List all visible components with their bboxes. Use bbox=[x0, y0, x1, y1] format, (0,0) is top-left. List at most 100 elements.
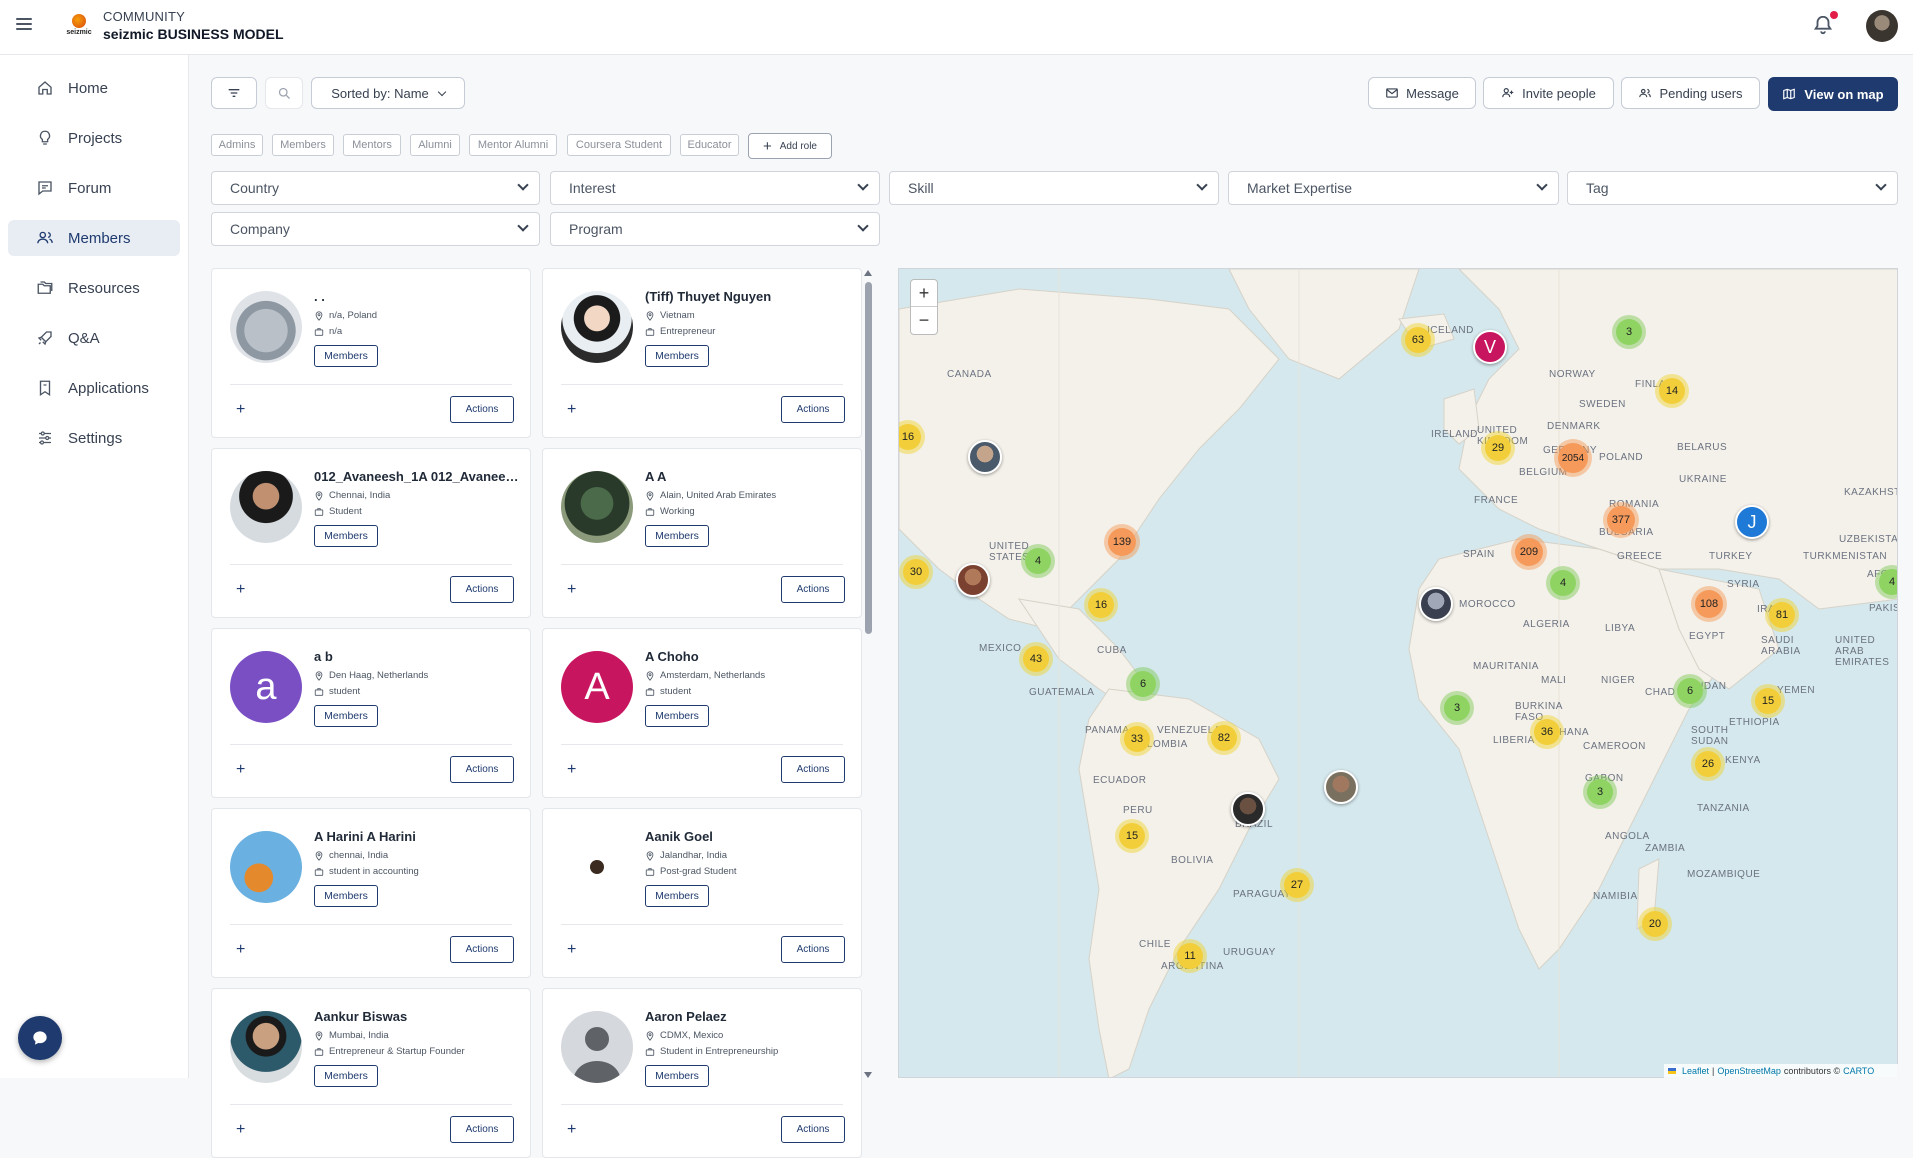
actions-button[interactable]: Actions bbox=[781, 756, 845, 783]
sidebar-item-members[interactable]: Members bbox=[8, 220, 180, 256]
chat-support-button[interactable] bbox=[18, 1016, 62, 1060]
zoom-out-button[interactable]: − bbox=[911, 307, 937, 334]
filter-button[interactable] bbox=[211, 77, 257, 109]
skill-select[interactable]: Skill bbox=[889, 171, 1219, 205]
member-avatar[interactable] bbox=[230, 291, 302, 363]
add-connection-icon[interactable]: + bbox=[567, 942, 576, 958]
tag-select[interactable]: Tag bbox=[1567, 171, 1898, 205]
member-avatar[interactable] bbox=[561, 1011, 633, 1083]
member-card[interactable]: Aaron Pelaez CDMX, Mexico Student in Entre… bbox=[542, 988, 862, 1158]
member-avatar[interactable]: a bbox=[230, 651, 302, 723]
sidebar-item-forum[interactable]: Forum bbox=[8, 170, 180, 206]
interest-select[interactable]: Interest bbox=[550, 171, 880, 205]
actions-button[interactable]: Actions bbox=[781, 576, 845, 603]
actions-button[interactable]: Actions bbox=[450, 576, 514, 603]
program-select[interactable]: Program bbox=[550, 212, 880, 246]
map-user-pin[interactable]: J bbox=[1735, 505, 1769, 539]
member-avatar[interactable] bbox=[230, 471, 302, 543]
role-chip-educator[interactable]: Educator bbox=[680, 134, 739, 156]
map-cluster[interactable]: 29 bbox=[1481, 431, 1515, 465]
member-card[interactable]: Aanik Goel Jalandhar, India Post-grad Stud… bbox=[542, 808, 862, 978]
member-card[interactable]: A A Alain, United Arab Emirates Working Mem… bbox=[542, 448, 862, 618]
member-avatar[interactable] bbox=[230, 831, 302, 903]
map-cluster[interactable]: 43 bbox=[1019, 642, 1053, 676]
map-cluster[interactable]: 4 bbox=[1021, 544, 1055, 578]
sidebar-item-qa[interactable]: Q&A bbox=[8, 320, 180, 356]
carto-link[interactable]: CARTO bbox=[1843, 1066, 1874, 1076]
member-avatar[interactable] bbox=[561, 291, 633, 363]
add-connection-icon[interactable]: + bbox=[236, 582, 245, 598]
actions-button[interactable]: Actions bbox=[781, 936, 845, 963]
message-button[interactable]: Message bbox=[1368, 77, 1476, 109]
member-card[interactable]: a a b Den Haag, Netherlands student Members +… bbox=[211, 628, 531, 798]
map-cluster[interactable]: 82 bbox=[1207, 721, 1241, 755]
map-user-photo-pin[interactable] bbox=[1231, 792, 1265, 826]
member-name[interactable]: Aanik Goel bbox=[645, 829, 855, 844]
member-name[interactable]: Aankur Biswas bbox=[314, 1009, 524, 1024]
member-role-badge[interactable]: Members bbox=[314, 1065, 378, 1087]
osm-link[interactable]: OpenStreetMap bbox=[1717, 1066, 1781, 1076]
map-cluster[interactable]: 20 bbox=[1638, 907, 1672, 941]
add-connection-icon[interactable]: + bbox=[236, 942, 245, 958]
company-select[interactable]: Company bbox=[211, 212, 540, 246]
sidebar-item-settings[interactable]: Settings bbox=[8, 420, 180, 456]
add-connection-icon[interactable]: + bbox=[567, 1122, 576, 1138]
member-card[interactable]: . . n/a, Poland n/a Members + Actions bbox=[211, 268, 531, 438]
member-role-badge[interactable]: Members bbox=[314, 345, 378, 367]
sort-dropdown[interactable]: Sorted by: Name bbox=[311, 77, 465, 109]
member-name[interactable]: A A bbox=[645, 469, 855, 484]
role-chip-admins[interactable]: Admins bbox=[211, 134, 263, 156]
user-avatar[interactable] bbox=[1866, 10, 1898, 42]
map-cluster[interactable]: 139 bbox=[1104, 524, 1140, 560]
member-list-scrollbar[interactable] bbox=[862, 268, 874, 1078]
member-role-badge[interactable]: Members bbox=[314, 525, 378, 547]
member-role-badge[interactable]: Members bbox=[645, 345, 709, 367]
invite-people-button[interactable]: Invite people bbox=[1483, 77, 1614, 109]
view-on-map-button[interactable]: View on map bbox=[1768, 77, 1898, 111]
map-cluster[interactable]: 4 bbox=[1546, 566, 1580, 600]
member-name[interactable]: . . bbox=[314, 289, 524, 304]
map-cluster[interactable]: 108 bbox=[1691, 586, 1727, 622]
member-avatar[interactable] bbox=[561, 471, 633, 543]
actions-button[interactable]: Actions bbox=[450, 936, 514, 963]
actions-button[interactable]: Actions bbox=[781, 1116, 845, 1143]
leaflet-link[interactable]: Leaflet bbox=[1682, 1066, 1709, 1076]
map-cluster[interactable]: 27 bbox=[1280, 868, 1314, 902]
member-card[interactable]: Aankur Biswas Mumbai, India Entrepreneur &… bbox=[211, 988, 531, 1158]
member-role-badge[interactable]: Members bbox=[645, 1065, 709, 1087]
search-button[interactable] bbox=[265, 77, 303, 109]
member-name[interactable]: A Choho bbox=[645, 649, 855, 664]
sidebar-item-resources[interactable]: Resources bbox=[8, 270, 180, 306]
map-cluster[interactable]: 16 bbox=[1084, 588, 1118, 622]
member-role-badge[interactable]: Members bbox=[314, 885, 378, 907]
add-connection-icon[interactable]: + bbox=[236, 762, 245, 778]
menu-icon[interactable] bbox=[16, 18, 32, 32]
country-select[interactable]: Country bbox=[211, 171, 540, 205]
member-name[interactable]: (Tiff) Thuyet Nguyen bbox=[645, 289, 855, 304]
add-connection-icon[interactable]: + bbox=[567, 582, 576, 598]
map-cluster[interactable]: 209 bbox=[1511, 534, 1547, 570]
map-cluster[interactable]: 33 bbox=[1120, 722, 1154, 756]
map-cluster[interactable]: 30 bbox=[899, 555, 933, 589]
member-card[interactable]: 012_Avaneesh_1A 012_Avaneesh_1A Chennai, … bbox=[211, 448, 531, 618]
map-cluster[interactable]: 14 bbox=[1655, 374, 1689, 408]
sidebar-item-home[interactable]: Home bbox=[8, 70, 180, 106]
map-cluster[interactable]: 3 bbox=[1440, 691, 1474, 725]
map-user-photo-pin[interactable] bbox=[968, 440, 1002, 474]
map-cluster[interactable]: 6 bbox=[1673, 674, 1707, 708]
sidebar-item-applications[interactable]: Applications bbox=[8, 370, 180, 406]
map-cluster[interactable]: 26 bbox=[1691, 747, 1725, 781]
add-connection-icon[interactable]: + bbox=[236, 402, 245, 418]
actions-button[interactable]: Actions bbox=[450, 396, 514, 423]
actions-button[interactable]: Actions bbox=[450, 1116, 514, 1143]
member-card[interactable]: A A Choho Amsterdam, Netherlands student Mem… bbox=[542, 628, 862, 798]
add-connection-icon[interactable]: + bbox=[236, 1122, 245, 1138]
map-cluster[interactable]: 11 bbox=[1173, 939, 1207, 973]
map-cluster[interactable]: 3 bbox=[1612, 315, 1646, 349]
actions-button[interactable]: Actions bbox=[781, 396, 845, 423]
map-cluster[interactable]: 36 bbox=[1530, 715, 1564, 749]
map-cluster[interactable]: 2054 bbox=[1554, 439, 1592, 477]
map-user-photo-pin[interactable] bbox=[956, 563, 990, 597]
map-cluster[interactable]: 15 bbox=[1751, 684, 1785, 718]
map-user-photo-pin[interactable] bbox=[1419, 587, 1453, 621]
